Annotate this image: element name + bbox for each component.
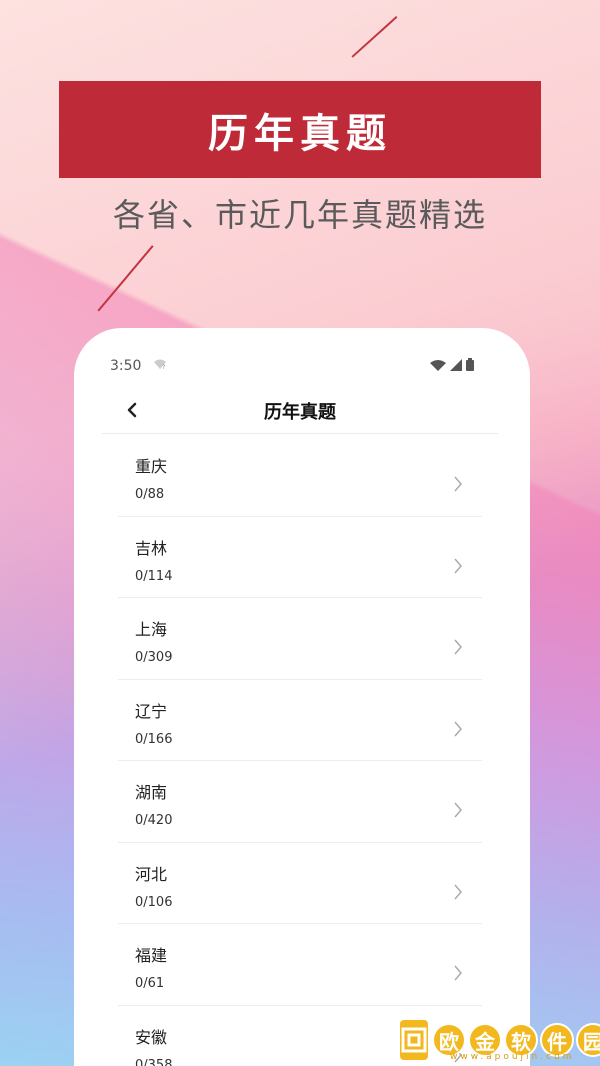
wifi-question-icon: ? bbox=[153, 358, 167, 373]
signal-icon bbox=[450, 358, 462, 371]
list-item[interactable]: 福建 0/61 bbox=[118, 924, 482, 1006]
title-banner: 历年真题 bbox=[59, 81, 541, 178]
status-time: 3:50 bbox=[110, 358, 142, 374]
list-item[interactable]: 吉林 0/114 bbox=[118, 517, 482, 598]
chevron-right-icon bbox=[454, 558, 462, 573]
chevron-right-icon bbox=[454, 802, 462, 818]
item-count: 0/166 bbox=[135, 731, 173, 747]
list-item[interactable]: 河北 0/106 bbox=[118, 843, 482, 924]
item-name: 湖南 bbox=[135, 783, 168, 802]
chevron-right-icon bbox=[454, 476, 462, 492]
chevron-right-icon bbox=[454, 965, 462, 981]
item-name: 重庆 bbox=[135, 457, 168, 476]
watermark-char: 园 bbox=[576, 1023, 600, 1057]
chevron-right-icon bbox=[454, 884, 462, 899]
list-item[interactable]: 辽宁 0/166 bbox=[118, 680, 482, 761]
nav-bar: 历年真题 bbox=[102, 390, 498, 434]
item-count: 0/358 bbox=[135, 1057, 173, 1066]
item-count: 0/106 bbox=[135, 894, 173, 910]
page-title: 历年真题 bbox=[264, 402, 336, 423]
item-name: 吉林 bbox=[135, 538, 168, 558]
item-count: 0/88 bbox=[135, 487, 165, 502]
list-item[interactable]: 湖南 0/420 bbox=[118, 761, 482, 843]
status-bar: 3:50 ? bbox=[74, 356, 530, 380]
item-name: 安徽 bbox=[135, 1027, 168, 1047]
item-count: 0/420 bbox=[135, 813, 173, 828]
battery-icon bbox=[466, 358, 474, 371]
watermark-icon bbox=[400, 1020, 428, 1060]
item-count: 0/61 bbox=[135, 976, 165, 991]
item-count: 0/309 bbox=[135, 650, 173, 665]
item-name: 上海 bbox=[135, 620, 168, 639]
item-name: 福建 bbox=[135, 946, 168, 965]
item-name: 河北 bbox=[135, 864, 168, 884]
chevron-right-icon bbox=[454, 721, 462, 736]
banner-title: 历年真题 bbox=[208, 110, 392, 157]
list-item[interactable]: 重庆 0/88 bbox=[118, 435, 482, 517]
watermark-url: www.apoujin.com bbox=[450, 1052, 575, 1062]
item-count: 0/114 bbox=[135, 568, 173, 584]
province-list: 重庆 0/88 吉林 0/114 上海 0/309 辽宁 0/166 湖南 0/… bbox=[118, 435, 482, 1066]
banner-subtitle: 各省、市近几年真题精选 bbox=[112, 196, 487, 234]
phone-screen: 3:50 ? 历年真题 重庆 0/88 吉林 0/114 上海 0/309 辽宁… bbox=[74, 328, 530, 1066]
status-icons bbox=[430, 358, 474, 371]
list-item[interactable]: 上海 0/309 bbox=[118, 598, 482, 680]
chevron-right-icon bbox=[454, 639, 462, 655]
svg-text:?: ? bbox=[162, 364, 165, 370]
wifi-icon bbox=[430, 359, 446, 371]
item-name: 辽宁 bbox=[135, 701, 168, 721]
